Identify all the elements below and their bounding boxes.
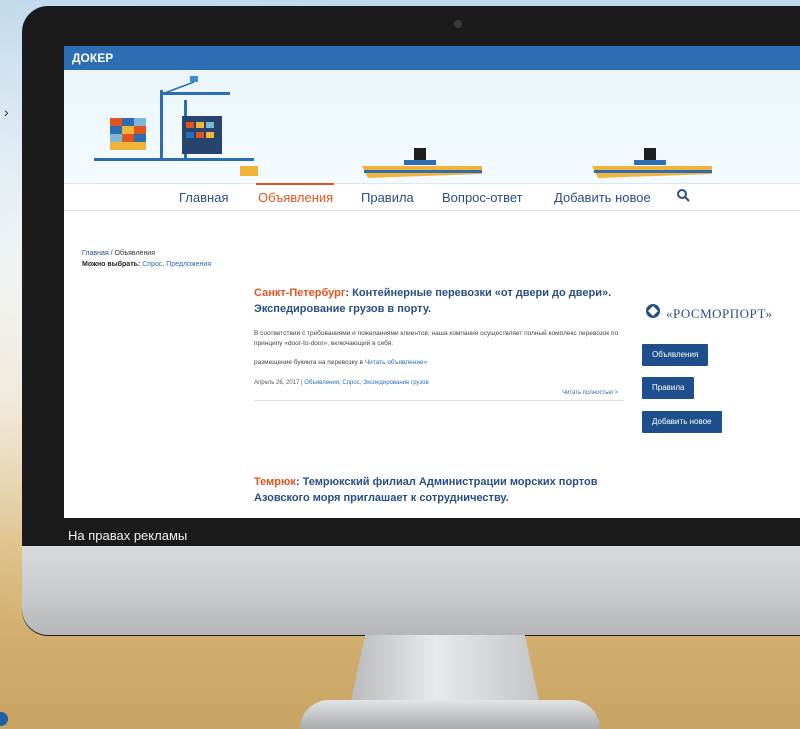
chevron-right-icon: › — [4, 104, 9, 120]
article-line: размещение букинга на перевозку в Читать… — [254, 359, 624, 366]
article-card: Санкт-Петербург: Контейнерные перевозки … — [254, 285, 624, 401]
breadcrumb-home[interactable]: Главная — [82, 250, 109, 257]
breadcrumb: Главная / Объявления — [82, 250, 155, 257]
main-nav: Главная Объявления Правила Вопрос-ответ … — [64, 183, 800, 211]
article-excerpt: В соответствии с требованиями и пожелани… — [254, 330, 619, 347]
monitor-stand-neck — [350, 635, 540, 705]
sidebar-button-add-new[interactable]: Добавить новое — [642, 411, 722, 433]
nav-item-announcements[interactable]: Объявления — [258, 190, 333, 205]
nav-item-add-new[interactable]: Добавить новое — [554, 190, 651, 205]
filter-line: Можно выбрать: Спрос, Предложения — [82, 261, 211, 268]
nav-item-faq[interactable]: Вопрос-ответ — [442, 190, 523, 205]
filter-options[interactable]: Спрос, Предложения — [142, 261, 211, 268]
sidebar-button-announcements[interactable]: Объявления — [642, 344, 709, 366]
article-meta: Апрель 26, 2017 | Объявления, Спрос, Экс… — [254, 380, 624, 401]
nav-item-home[interactable]: Главная — [179, 190, 228, 205]
meta-separator: | — [301, 380, 303, 386]
article-tags[interactable]: Объявления, Спрос, Экспедирование грузов — [304, 380, 428, 386]
search-icon[interactable] — [676, 188, 690, 204]
containers-icon — [110, 116, 222, 154]
header-illustration — [64, 70, 800, 184]
article-line-text: размещение букинга на перевозку в — [254, 359, 363, 366]
article-city[interactable]: Темрюк — [254, 476, 296, 488]
read-more-link[interactable]: Читать полностью > — [562, 390, 618, 396]
nav-item-rules[interactable]: Правила — [361, 190, 414, 205]
ad-caption: На правах рекламы — [68, 528, 188, 543]
breadcrumb-current: Объявления — [114, 250, 156, 257]
article-title-text[interactable]: Темрюкский филиал Администрации морских … — [254, 476, 597, 504]
logo-text: «РОСМОРПОРТ» — [666, 306, 773, 321]
read-announcement-link[interactable]: Читать объявление» — [365, 359, 427, 366]
site-brand[interactable]: ДОКЕР — [64, 46, 800, 70]
article-city[interactable]: Санкт-Петербург — [254, 287, 345, 299]
website-screen: ДОКЕР Главная Объявления Правила Вопрос-… — [64, 46, 800, 518]
monitor-stand-base — [300, 700, 600, 729]
rosmorport-logo[interactable]: «РОСМОРПОРТ» — [644, 300, 794, 324]
quay — [94, 158, 254, 161]
ship-icon — [362, 148, 482, 178]
emblem-icon — [646, 304, 660, 318]
article-card: Темрюк: Темрюкский филиал Администрации … — [254, 474, 624, 506]
article-title[interactable]: Темрюк: Темрюкский филиал Администрации … — [254, 474, 624, 506]
camera-icon — [454, 20, 462, 28]
monitor-chin — [22, 545, 800, 635]
ship-icon — [592, 148, 712, 178]
active-tab-indicator — [256, 183, 334, 185]
port-illustration — [94, 76, 712, 178]
filter-label: Можно выбрать: — [82, 261, 141, 268]
sidebar-button-rules[interactable]: Правила — [642, 377, 695, 399]
article-title[interactable]: Санкт-Петербург: Контейнерные перевозки … — [254, 285, 624, 317]
article-date: Апрель 26, 2017 — [254, 380, 300, 386]
breadcrumb-separator: / — [110, 250, 113, 257]
boat-icon — [240, 166, 258, 176]
